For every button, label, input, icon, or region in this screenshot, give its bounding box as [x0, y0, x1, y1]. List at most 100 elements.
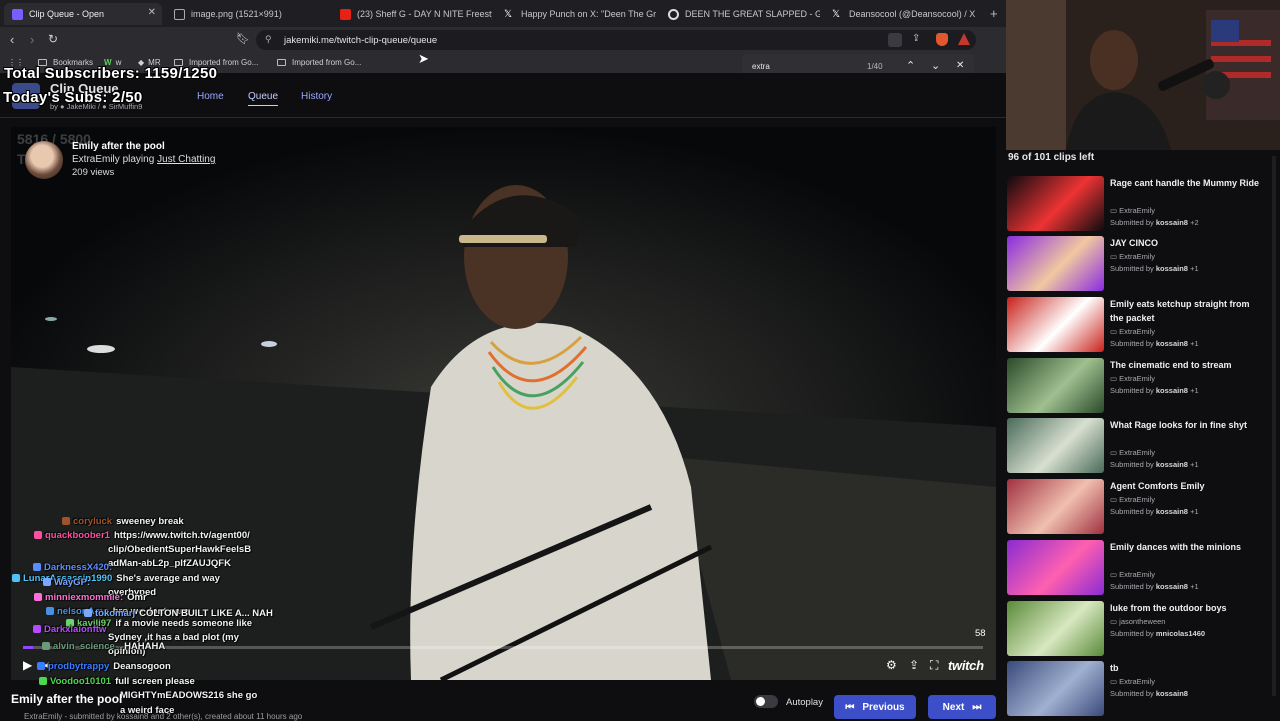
next-button[interactable]: Next ⏭︎: [928, 695, 996, 719]
screen-cast-icon[interactable]: [888, 33, 902, 47]
queue-item-title[interactable]: tb: [1110, 661, 1262, 675]
site-info-icon[interactable]: ⚲: [265, 34, 272, 45]
broadcaster-avatar[interactable]: [25, 141, 63, 179]
tab-x-happy-punch[interactable]: 𝕏 Happy Punch on X: "Deen The Great: [496, 3, 656, 25]
nav-queue[interactable]: Queue: [248, 91, 279, 106]
queue-item-submitter: Submitted by kossain8 +1: [1110, 386, 1199, 395]
queue-item-title[interactable]: Agent Comforts Emily: [1110, 479, 1262, 493]
queue-item-channel: ▭ ExtraEmily: [1110, 448, 1155, 457]
globe-icon: [174, 8, 185, 20]
queue-item-title[interactable]: What Rage looks for in fine shyt: [1110, 418, 1262, 432]
queue-item-channel: ▭ ExtraEmily: [1110, 327, 1155, 336]
queue-item-title[interactable]: Rage cant handle the Mummy Ride: [1110, 176, 1262, 190]
share-icon[interactable]: ⇪: [909, 658, 919, 672]
queue-item[interactable]: tb ▭ ExtraEmily Submitted by kossain8: [1006, 661, 1268, 719]
find-close-button[interactable]: ✕: [956, 60, 964, 71]
autoplay-toggle[interactable]: [754, 695, 778, 708]
chat-username[interactable]: Darkxiaionftw: [44, 624, 106, 635]
tab-x-deansocool[interactable]: 𝕏 Deansocool (@Deansocool) / X: [824, 3, 986, 25]
rewards-icon[interactable]: [958, 33, 970, 45]
queue-item[interactable]: JAY CINCO ▭ ExtraEmily Submitted by kossai…: [1006, 236, 1268, 294]
chat-username[interactable]: coryluck: [73, 516, 112, 527]
reload-button[interactable]: ↻: [48, 32, 58, 46]
submitted-by-label: Submitted by: [1110, 339, 1154, 348]
queue-item[interactable]: What Rage looks for in fine shyt ▭ ExtraE…: [1006, 418, 1268, 476]
queue-item[interactable]: Emily dances with the minions ▭ ExtraEmil…: [1006, 540, 1268, 598]
new-tab-button[interactable]: +: [990, 6, 998, 21]
queue-item[interactable]: luke from the outdoor boys ▭ jasontheween…: [1006, 601, 1268, 659]
submitter-name: kossain8: [1155, 460, 1188, 469]
queue-item[interactable]: The cinematic end to stream ▭ ExtraEmily S…: [1006, 358, 1268, 416]
progress-fill: [23, 646, 33, 649]
twitch-glitch-icon: ▭: [1110, 206, 1120, 215]
queue-item-title[interactable]: The cinematic end to stream: [1110, 358, 1262, 372]
youtube-icon: [340, 8, 351, 20]
extra-submitters-count: +1: [1190, 339, 1199, 348]
close-icon[interactable]: ✕: [148, 7, 156, 18]
queue-item[interactable]: Emily eats ketchup straight from the pac…: [1006, 297, 1268, 355]
queue-item-title[interactable]: JAY CINCO: [1110, 236, 1262, 250]
category-link[interactable]: Just Chatting: [157, 154, 215, 165]
clip-thumbnail[interactable]: [1007, 297, 1104, 352]
webcam-image: [1006, 0, 1280, 150]
share-icon[interactable]: ⇪: [912, 33, 920, 44]
clip-thumbnail[interactable]: [1007, 601, 1104, 656]
tab-clip-queue[interactable]: Clip Queue - Open ✕: [4, 3, 162, 25]
chat-username[interactable]: minniexmommie:: [45, 592, 123, 603]
queue-item[interactable]: Rage cant handle the Mummy Ride ▭ ExtraEm…: [1006, 176, 1268, 234]
clip-thumbnail[interactable]: [1007, 176, 1104, 231]
tab-google[interactable]: DEEN THE GREAT SLAPPED - Google: [660, 3, 820, 25]
chat-username[interactable]: WayGP:: [54, 577, 90, 588]
chat-text: full screen please: [115, 676, 195, 687]
queue-item-title[interactable]: Emily dances with the minions: [1110, 540, 1262, 554]
settings-gear-icon[interactable]: ⚙: [886, 658, 897, 672]
queue-item-title[interactable]: Emily eats ketchup straight from the pac…: [1110, 297, 1262, 325]
find-count: 1/40: [867, 62, 883, 71]
submitted-by-label: Submitted by: [1110, 218, 1154, 227]
chat-username[interactable]: DarknessX420:: [44, 562, 112, 573]
progress-track[interactable]: [23, 646, 983, 649]
bookmark-icon[interactable]: 🔖︎: [236, 32, 250, 45]
video-player[interactable]: 5816 / 5800 T Emily after the pool Extra…: [11, 127, 996, 680]
fullscreen-icon[interactable]: ⛶: [930, 658, 938, 673]
video-frame: [11, 127, 996, 680]
twitch-glitch-icon: ▭: [1110, 327, 1120, 336]
clip-thumbnail[interactable]: [1007, 661, 1104, 716]
clip-thumbnail[interactable]: [1007, 236, 1104, 291]
submitter-name: kossain8: [1155, 339, 1188, 348]
chat-username[interactable]: alvin_science_: [53, 641, 120, 652]
submitter-name: kossain8: [1155, 689, 1188, 698]
tab-youtube[interactable]: (23) Sheff G - DAY N NITE Freestyle (: [332, 3, 492, 25]
chat-username[interactable]: Voodoo10101: [50, 676, 111, 687]
bookmark-imported-2[interactable]: Imported from Go...: [277, 58, 361, 67]
x-logo-icon: 𝕏: [504, 8, 513, 20]
clip-thumbnail[interactable]: [1007, 540, 1104, 595]
find-input[interactable]: extra: [752, 62, 770, 71]
find-previous-button[interactable]: ⌃: [906, 59, 915, 72]
back-button[interactable]: ‹: [10, 32, 14, 47]
find-next-button[interactable]: ⌄: [931, 59, 940, 72]
clip-title[interactable]: Emily after the pool: [72, 141, 165, 152]
play-button[interactable]: ▶: [23, 658, 32, 672]
twitch-logo[interactable]: twitch: [948, 658, 984, 673]
queue-scrollbar[interactable]: [1272, 156, 1276, 696]
chat-username[interactable]: prodbytrappy: [48, 661, 109, 672]
queue-item-title[interactable]: luke from the outdoor boys: [1110, 601, 1262, 615]
channel-name[interactable]: ExtraEmily: [72, 154, 120, 165]
twitch-glitch-icon: ▭: [1110, 570, 1120, 579]
previous-button[interactable]: ⏮︎ Previous: [834, 695, 916, 719]
queue-item[interactable]: Agent Comforts Emily ▭ ExtraEmily Submitte…: [1006, 479, 1268, 537]
brave-shield-icon[interactable]: [936, 33, 948, 46]
clip-thumbnail[interactable]: [1007, 479, 1104, 534]
nav-home[interactable]: Home: [197, 91, 224, 102]
address-bar[interactable]: ⚲ jakemiki.me/twitch-clip-queue/queue ⇪: [256, 30, 976, 50]
submitted-by-label: Submitted by: [1110, 507, 1154, 516]
tab-image[interactable]: image.png (1521×991): [166, 3, 328, 25]
chat-username[interactable]: quackboober1: [45, 530, 110, 541]
nav-history[interactable]: History: [301, 91, 332, 102]
twitch-glitch-icon: ▭: [1110, 495, 1120, 504]
channel-name: ExtraEmily: [1119, 570, 1156, 579]
clip-thumbnail[interactable]: [1007, 418, 1104, 473]
forward-button[interactable]: ›: [30, 32, 34, 47]
clip-thumbnail[interactable]: [1007, 358, 1104, 413]
